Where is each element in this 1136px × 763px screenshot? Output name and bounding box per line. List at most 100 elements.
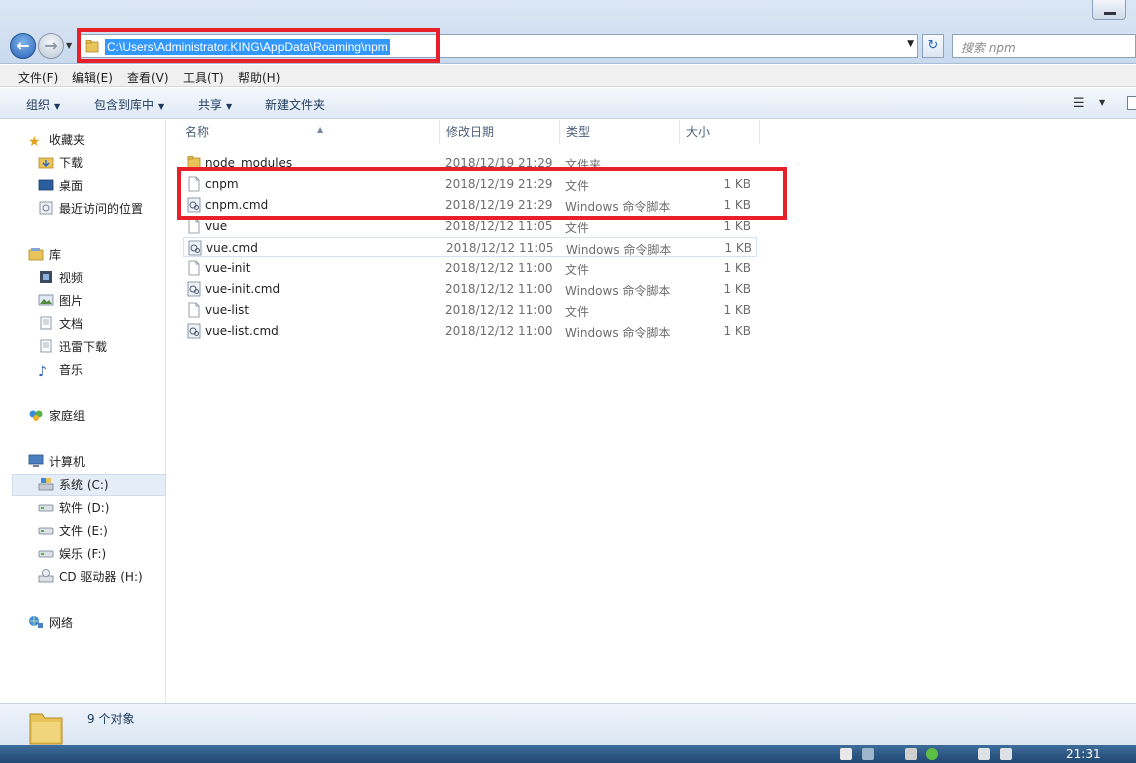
nav-pictures[interactable]: 图片: [38, 291, 83, 311]
nav-xunlei-downloads[interactable]: 迅雷下载: [38, 337, 107, 357]
details-pane: 9 个对象: [0, 703, 1136, 745]
file-size: 1 KB: [723, 219, 751, 233]
file-name: vue-init: [205, 261, 251, 275]
menu-view[interactable]: 查看(V): [127, 69, 169, 86]
network-icon: [29, 616, 43, 628]
file-size: 1 KB: [723, 324, 751, 338]
menu-tools[interactable]: 工具(T): [183, 69, 224, 86]
nav-documents[interactable]: 文档: [38, 314, 83, 334]
nav-downloads[interactable]: 下载: [38, 153, 83, 173]
files-highlight-box: [177, 167, 787, 220]
file-size: 1 KB: [723, 282, 751, 296]
sort-up-icon: ▲: [317, 125, 324, 134]
file-icon: [188, 302, 200, 318]
file-row[interactable]: vue.cmd 2018/12/12 11:05 Windows 命令脚本 1 KB: [183, 237, 757, 257]
file-name: vue-list: [205, 303, 250, 317]
nav-music[interactable]: ♪ 音乐: [38, 360, 83, 380]
file-row[interactable]: vue-init 2018/12/12 11:00 文件 1 KB: [183, 258, 757, 278]
history-dropdown-icon[interactable]: ▼: [66, 41, 76, 51]
file-name: vue-list.cmd: [205, 324, 279, 338]
file-date: 2018/12/12 11:00: [445, 282, 553, 296]
nav-drive-e[interactable]: 文件 (E:): [38, 521, 108, 541]
address-highlight-box: [77, 28, 440, 63]
file-date: 2018/12/12 11:05: [446, 241, 554, 255]
menu-bar: 文件(F) 编辑(E) 查看(V) 工具(T) 帮助(H): [0, 65, 1136, 87]
nav-libraries[interactable]: 库: [28, 245, 61, 265]
view-dropdown-icon[interactable]: ▼: [1099, 98, 1105, 107]
navigation-pane: ★ 收藏夹 下载 桌面 最近访问的位置 库 视频 图片 文档 迅雷下载 ♪ 音乐 家…: [0, 120, 166, 703]
tray-icon[interactable]: [926, 748, 938, 760]
chevron-down-icon: ▼: [54, 102, 61, 111]
star-icon: ★: [28, 134, 41, 150]
nav-drive-c[interactable]: 系统 (C:): [38, 475, 109, 495]
music-icon: ♪: [38, 364, 47, 380]
file-row[interactable]: vue-init.cmd 2018/12/12 11:00 Windows 命令脚本…: [183, 279, 757, 299]
nav-network[interactable]: 网络: [28, 613, 73, 633]
nav-computer[interactable]: 计算机: [28, 452, 85, 472]
item-count: 9 个对象: [87, 712, 135, 726]
system-drive-icon: [38, 478, 54, 491]
menu-help[interactable]: 帮助(H): [238, 69, 280, 86]
search-box[interactable]: 搜索 npm: [952, 34, 1136, 58]
file-icon: [188, 218, 200, 234]
nav-desktop[interactable]: 桌面: [38, 176, 83, 196]
nav-homegroup[interactable]: 家庭组: [28, 406, 85, 426]
network-tray-icon[interactable]: [862, 748, 874, 760]
file-size: 1 KB: [724, 241, 752, 255]
nav-drive-d[interactable]: 软件 (D:): [38, 498, 109, 518]
include-library-label: 包含到库中: [94, 98, 155, 112]
share-button[interactable]: 共享 ▼: [198, 96, 232, 113]
share-label: 共享: [198, 98, 223, 112]
drive-icon: [38, 550, 54, 558]
column-date[interactable]: 修改日期: [440, 120, 560, 144]
volume-icon[interactable]: [978, 748, 990, 760]
view-options-icon[interactable]: ☰: [1073, 96, 1085, 111]
documents-icon: [40, 339, 52, 353]
file-name: vue-init.cmd: [205, 282, 281, 296]
file-type: 文件: [565, 263, 590, 277]
new-folder-button[interactable]: 新建文件夹: [265, 96, 325, 113]
file-date: 2018/12/12 11:00: [445, 324, 553, 338]
file-row[interactable]: vue-list 2018/12/12 11:00 文件 1 KB: [183, 300, 757, 320]
organize-button[interactable]: 组织 ▼: [26, 96, 60, 113]
file-type: Windows 命令脚本: [566, 243, 672, 257]
include-library-button[interactable]: 包含到库中 ▼: [94, 96, 164, 113]
back-button[interactable]: ←: [10, 33, 36, 59]
file-name: vue: [205, 219, 228, 233]
file-date: 2018/12/12 11:00: [445, 261, 553, 275]
nav-videos[interactable]: 视频: [38, 268, 83, 288]
nav-favorites[interactable]: ★ 收藏夹: [28, 130, 85, 150]
cmd-script-icon: [187, 323, 201, 339]
help-icon[interactable]: [840, 748, 852, 760]
address-dropdown-icon[interactable]: ▼: [907, 39, 914, 49]
forward-button[interactable]: →: [38, 33, 64, 59]
file-type: 文件: [565, 305, 590, 319]
nav-drive-f[interactable]: 娱乐 (F:): [38, 544, 106, 564]
search-placeholder: 搜索 npm: [961, 41, 1016, 55]
column-size[interactable]: 大小: [680, 120, 760, 144]
nav-drive-h[interactable]: CD 驱动器 (H:): [38, 567, 143, 587]
homegroup-icon: [29, 410, 43, 421]
tray-icon[interactable]: [1000, 748, 1012, 760]
command-bar: 组织 ▼ 包含到库中 ▼ 共享 ▼ 新建文件夹 ☰ ▼: [0, 88, 1136, 119]
file-row[interactable]: vue-list.cmd 2018/12/12 11:00 Windows 命令脚本…: [183, 321, 757, 341]
column-name[interactable]: 名称 ▲: [179, 120, 440, 144]
refresh-button[interactable]: ↻: [922, 34, 944, 58]
file-type: Windows 命令脚本: [565, 284, 671, 298]
preview-pane-button[interactable]: [1127, 96, 1136, 110]
nav-recent[interactable]: 最近访问的位置: [38, 199, 143, 219]
chevron-down-icon: ▼: [158, 102, 165, 111]
column-type[interactable]: 类型: [560, 120, 680, 144]
drive-icon: [38, 527, 54, 535]
file-icon: [188, 260, 200, 276]
organize-label: 组织: [26, 98, 51, 112]
clock[interactable]: 21:31: [1066, 747, 1101, 761]
menu-edit[interactable]: 编辑(E): [72, 69, 113, 86]
file-date: 2018/12/12 11:05: [445, 219, 553, 233]
menu-file[interactable]: 文件(F): [18, 69, 58, 86]
tray-icon[interactable]: [905, 748, 917, 760]
minimize-button[interactable]: [1092, 0, 1126, 20]
video-icon: [40, 271, 52, 283]
downloads-folder-icon: [38, 157, 54, 169]
folder-icon: [29, 713, 63, 745]
